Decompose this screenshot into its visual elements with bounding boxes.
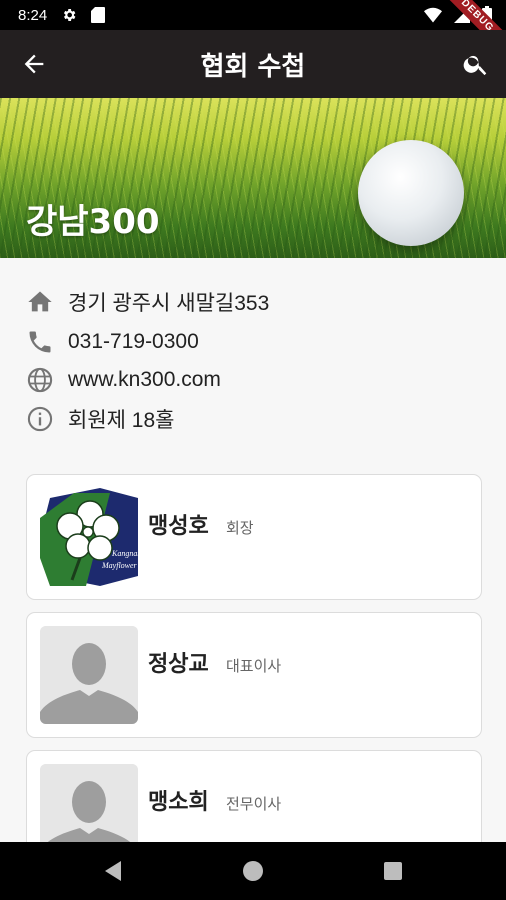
page-title: 협회 수첩 <box>200 51 306 82</box>
member-card[interactable]: 정상교 대표이사 <box>26 612 482 738</box>
back-triangle-icon[interactable] <box>101 859 125 883</box>
status-bar: 8:24 DEBUG <box>0 0 506 61</box>
logo-text-mayflower: Mayflower <box>101 561 138 570</box>
member-name: 정상교 <box>148 652 209 677</box>
recents-square-icon[interactable] <box>381 859 405 883</box>
back-arrow-icon[interactable] <box>20 50 48 78</box>
member-role: 회장 <box>226 519 254 537</box>
home-circle-icon[interactable] <box>241 859 265 883</box>
status-time: 8:24 <box>18 6 48 24</box>
club-info: 경기 광주시 새말길353 031-719-0300 www.kn300.com… <box>0 258 506 458</box>
address-row: 경기 광주시 새말길353 <box>26 286 269 318</box>
golf-ball-image <box>358 140 464 246</box>
info-icon <box>27 406 53 432</box>
member-role: 대표이사 <box>226 657 282 675</box>
globe-icon <box>27 367 53 393</box>
settings-icon <box>64 9 76 21</box>
membership-row: 회원제 18홀 <box>26 403 174 435</box>
app-bar: 협회 수첩 <box>0 30 506 98</box>
person-avatar-icon <box>40 626 138 724</box>
website-row[interactable]: www.kn300.com <box>26 364 221 396</box>
club-phone[interactable]: 031-719-0300 <box>68 330 199 354</box>
member-role: 전무이사 <box>226 795 282 813</box>
wifi-icon <box>424 7 442 23</box>
system-nav-bar <box>0 842 506 900</box>
member-card[interactable]: Kangnam Mayflower 맹성호 회장 <box>26 474 482 600</box>
member-name: 맹소희 <box>148 790 209 815</box>
search-icon[interactable] <box>462 50 490 78</box>
phone-row[interactable]: 031-719-0300 <box>26 326 199 358</box>
home-icon <box>28 291 52 312</box>
club-name: 강남300 <box>26 202 160 242</box>
club-banner: 강남300 <box>0 98 506 258</box>
club-website[interactable]: www.kn300.com <box>68 368 221 392</box>
sd-card-icon <box>91 7 106 23</box>
logo-text-kangnam: Kangnam <box>111 549 138 558</box>
club-membership: 회원제 18홀 <box>68 409 175 432</box>
member-name: 맹성호 <box>148 514 209 539</box>
club-logo: Kangnam Mayflower <box>40 488 138 586</box>
phone-icon <box>29 331 51 353</box>
club-address: 경기 광주시 새말길353 <box>68 292 270 315</box>
